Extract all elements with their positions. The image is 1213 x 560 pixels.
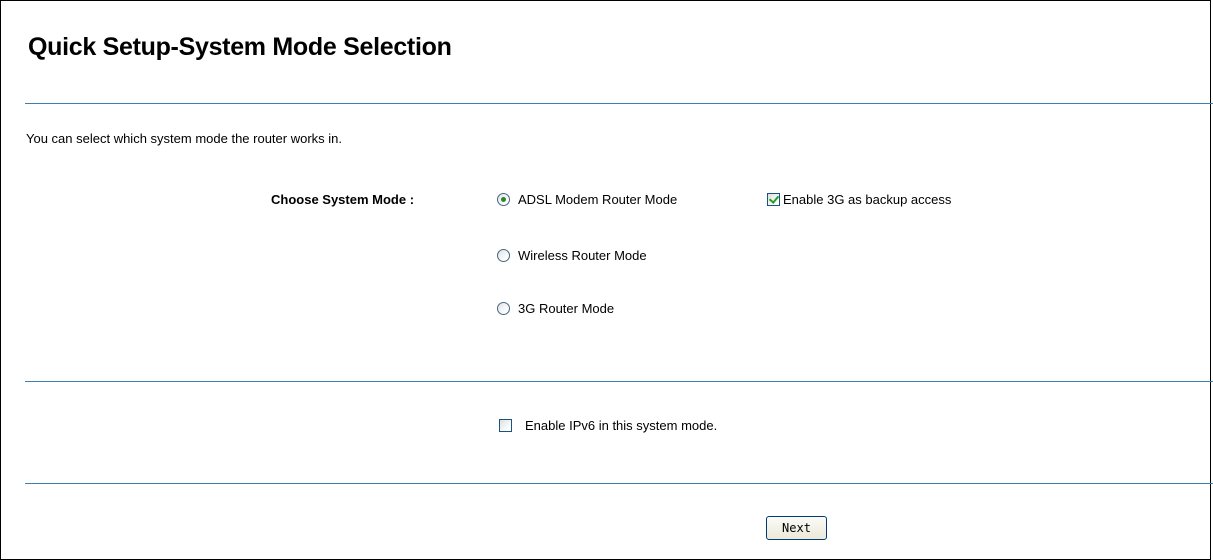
enable-ipv6-label[interactable]: Enable IPv6 in this system mode. (525, 418, 717, 433)
next-button[interactable]: Next (766, 516, 827, 540)
enable-ipv6-option[interactable]: Enable IPv6 in this system mode. (499, 418, 717, 433)
3g-router-mode-radio[interactable] (497, 302, 510, 315)
bottom-divider (25, 483, 1213, 484)
enable-3g-backup-label[interactable]: Enable 3G as backup access (783, 192, 951, 207)
wireless-router-mode-radio[interactable] (497, 249, 510, 262)
choose-system-mode-label: Choose System Mode : (271, 192, 415, 207)
intro-text: You can select which system mode the rou… (26, 131, 342, 146)
3g-router-mode-label[interactable]: 3G Router Mode (518, 301, 614, 316)
adsl-modem-router-mode-label[interactable]: ADSL Modem Router Mode (518, 192, 677, 207)
3g-router-mode-option[interactable]: 3G Router Mode (497, 301, 614, 316)
adsl-modem-router-mode-option[interactable]: ADSL Modem Router Mode (497, 192, 677, 207)
wireless-router-mode-label[interactable]: Wireless Router Mode (518, 248, 647, 263)
top-divider (25, 103, 1213, 104)
enable-3g-backup-checkbox[interactable] (767, 193, 780, 206)
wireless-router-mode-option[interactable]: Wireless Router Mode (497, 248, 647, 263)
enable-ipv6-checkbox[interactable] (499, 419, 512, 432)
enable-3g-backup-option[interactable]: Enable 3G as backup access (767, 192, 951, 207)
page-title: Quick Setup-System Mode Selection (28, 33, 452, 61)
adsl-modem-router-mode-radio[interactable] (497, 193, 510, 206)
middle-divider (25, 381, 1213, 382)
page-frame (0, 0, 1211, 560)
